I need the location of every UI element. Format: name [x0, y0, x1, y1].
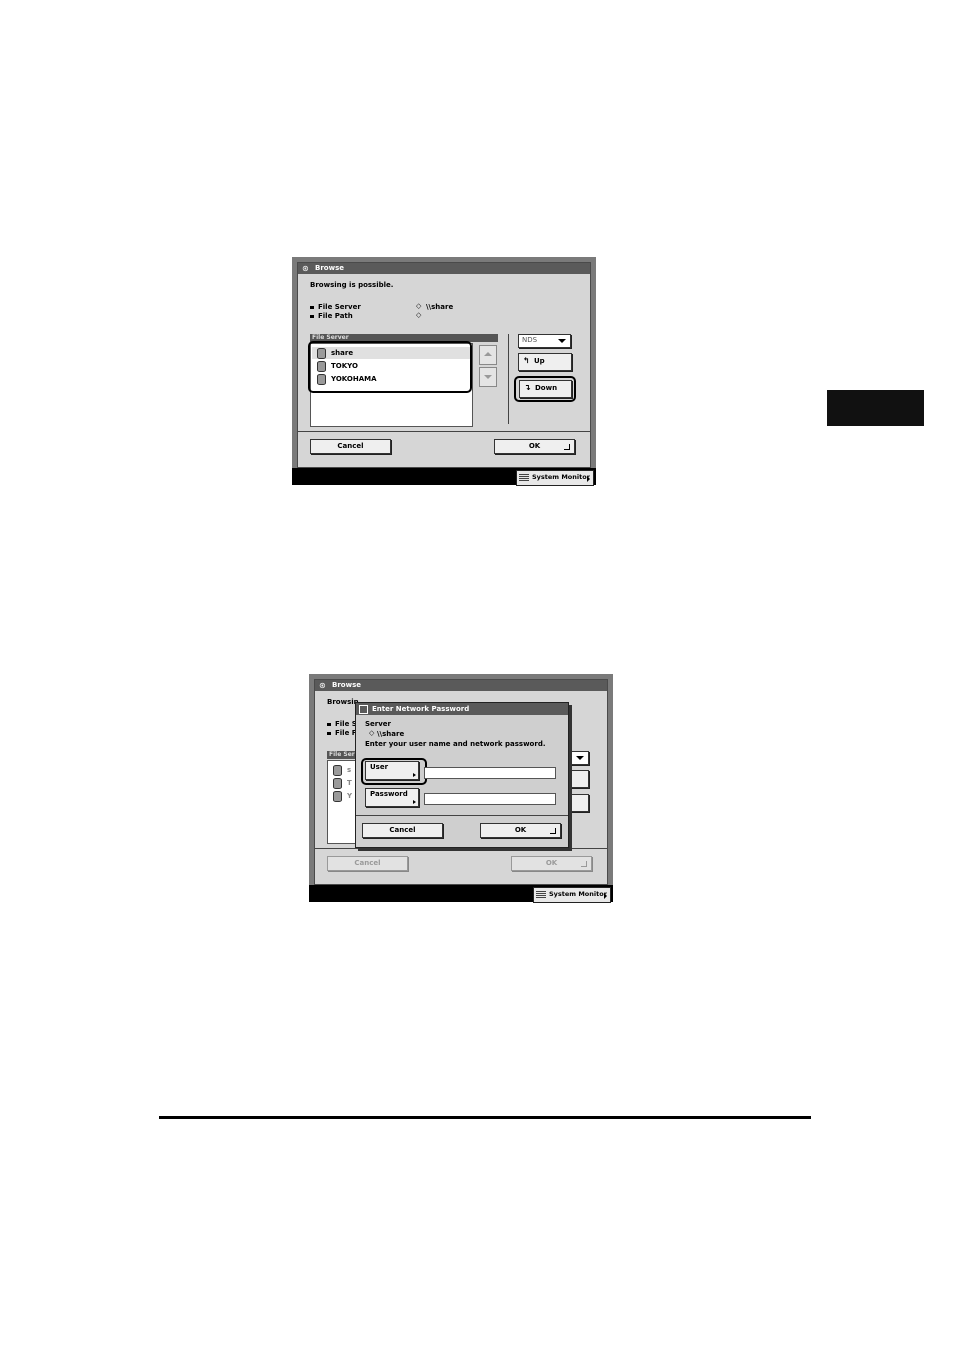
- file-path-label: File Path: [318, 312, 353, 320]
- chevron-down-icon: [576, 756, 584, 760]
- up-level-icon: ↰: [523, 356, 530, 365]
- password-field[interactable]: [424, 793, 556, 805]
- cancel-button: Cancel: [327, 856, 408, 871]
- list-item-label: s: [347, 766, 352, 774]
- system-monitor-label: System Monitor: [549, 890, 607, 898]
- cancel-label: Cancel: [337, 442, 364, 450]
- instruction-text: Enter your user name and network passwor…: [365, 740, 546, 748]
- network-password-dialog: Enter Network Password Server ◇ \\share …: [355, 702, 569, 848]
- monitor-icon: [519, 474, 529, 481]
- dialog-cancel-button[interactable]: Cancel: [362, 823, 443, 838]
- system-monitor-label: System Monitor: [532, 473, 590, 481]
- ok-label: OK: [528, 442, 541, 450]
- key-icon: [359, 705, 368, 714]
- password-label: Password: [370, 790, 408, 798]
- dialog-title: Enter Network Password: [372, 705, 470, 713]
- up-arrow-icon: [484, 352, 492, 356]
- down-button: [567, 794, 589, 812]
- chevron-down-icon: [558, 339, 566, 343]
- up-label: Up: [534, 357, 545, 365]
- diamond-icon: ◇: [416, 302, 422, 310]
- protocol-select: [567, 751, 589, 765]
- bottom-divider: [298, 431, 590, 432]
- diamond-icon: ◇: [369, 729, 375, 737]
- chevron-right-icon: [587, 476, 590, 482]
- browse-icon: ⊛: [302, 264, 309, 273]
- browse-icon: ⊛: [319, 681, 326, 690]
- list-highlight: [308, 341, 472, 393]
- server-icon: [333, 765, 342, 776]
- title-bar: ⊛ Browse: [298, 263, 590, 274]
- browse-panel: ⊛ Browse Browsin File S File F File Ser …: [314, 679, 608, 885]
- server-value: \\share: [377, 730, 405, 738]
- browse-panel: ⊛ Browse Browsing is possible. File Serv…: [297, 262, 591, 468]
- ok-button: OK: [511, 856, 592, 871]
- bullet-icon: [310, 306, 314, 309]
- window-title: Browse: [315, 264, 344, 272]
- cancel-label: Cancel: [354, 859, 381, 867]
- system-monitor-button[interactable]: System Monitor: [516, 470, 594, 486]
- server-label: Server: [365, 720, 392, 728]
- dialog-title-bar: Enter Network Password: [356, 703, 568, 715]
- title-bar: ⊛ Browse: [315, 680, 607, 691]
- list-item-label: T: [347, 779, 352, 787]
- protocol-select[interactable]: NDS: [518, 334, 571, 348]
- user-field[interactable]: [424, 767, 556, 779]
- enter-corner-icon: [564, 444, 570, 450]
- cancel-label: Cancel: [389, 826, 416, 834]
- up-button[interactable]: ↰ Up: [518, 353, 572, 371]
- browse-screen-1: ⊛ Browse Browsing is possible. File Serv…: [292, 257, 596, 486]
- window-title: Browse: [332, 681, 361, 689]
- enter-corner-icon: [581, 861, 587, 867]
- list-header-label: File Ser: [329, 751, 355, 758]
- down-arrow-icon: [484, 375, 492, 379]
- bullet-icon: [310, 315, 314, 318]
- background-message: Browsin: [327, 698, 359, 706]
- server-icon: [333, 778, 342, 789]
- list-header: File Ser: [327, 751, 357, 759]
- password-button[interactable]: Password: [365, 788, 419, 807]
- list-item-label: Y: [347, 792, 353, 800]
- diamond-icon: ◇: [416, 311, 422, 319]
- chevron-right-icon: [413, 800, 416, 804]
- cancel-button[interactable]: Cancel: [310, 439, 391, 454]
- bullet-icon: [327, 732, 331, 735]
- user-highlight: [361, 758, 427, 785]
- background-file-path-label: File F: [335, 729, 357, 737]
- file-server-value: \\share: [426, 303, 454, 311]
- ok-label: OK: [514, 826, 527, 834]
- down-highlight: [514, 376, 576, 402]
- monitor-icon: [536, 891, 546, 898]
- chapter-tab: [827, 390, 924, 426]
- enter-corner-icon: [550, 828, 556, 834]
- server-icon: [333, 791, 342, 802]
- dialog-ok-button[interactable]: OK: [480, 823, 561, 838]
- scroll-down-button[interactable]: [479, 367, 497, 387]
- divider: [508, 334, 509, 424]
- system-monitor-button[interactable]: System Monitor: [533, 887, 611, 903]
- page-rule: [159, 1116, 811, 1119]
- ok-button[interactable]: OK: [494, 439, 575, 454]
- scroll-up-button[interactable]: [479, 345, 497, 365]
- dialog-divider: [356, 815, 568, 816]
- up-button: [567, 770, 589, 788]
- ok-label: OK: [545, 859, 558, 867]
- bullet-icon: [327, 723, 331, 726]
- chevron-right-icon: [604, 893, 607, 899]
- background-file-server-label: File S: [335, 720, 357, 728]
- browse-screen-2: ⊛ Browse Browsin File S File F File Ser …: [309, 674, 613, 903]
- status-message: Browsing is possible.: [310, 281, 394, 289]
- file-server-label: File Server: [318, 303, 361, 311]
- status-bar: System Monitor: [292, 468, 596, 486]
- status-bar: System Monitor: [309, 885, 613, 903]
- protocol-value: NDS: [522, 336, 538, 344]
- bottom-divider: [315, 848, 607, 849]
